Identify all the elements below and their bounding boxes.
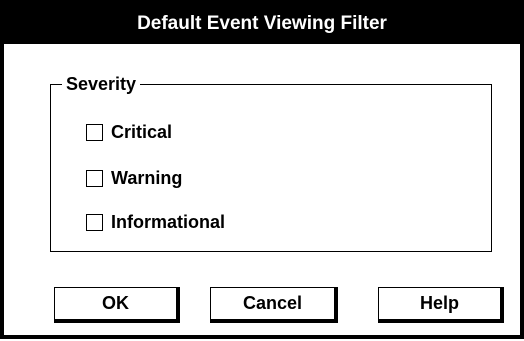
informational-checkbox-option[interactable]: Informational [86,211,225,233]
cancel-button[interactable]: Cancel [210,287,338,323]
title-bar: Default Event Viewing Filter [4,4,520,44]
informational-checkbox[interactable] [86,213,103,231]
critical-checkbox[interactable] [86,123,103,141]
help-button[interactable]: Help [378,287,504,323]
critical-label: Critical [111,122,173,142]
warning-checkbox[interactable] [86,169,103,187]
window-title: Default Event Viewing Filter [137,13,387,34]
severity-group-label: Severity [62,73,141,95]
warning-label: Warning [111,168,183,188]
critical-checkbox-option[interactable]: Critical [86,121,172,143]
informational-label: Informational [111,212,226,232]
dialog-window: Default Event Viewing Filter Severity Cr… [0,0,524,339]
ok-button[interactable]: OK [54,287,180,323]
warning-checkbox-option[interactable]: Warning [86,167,182,189]
